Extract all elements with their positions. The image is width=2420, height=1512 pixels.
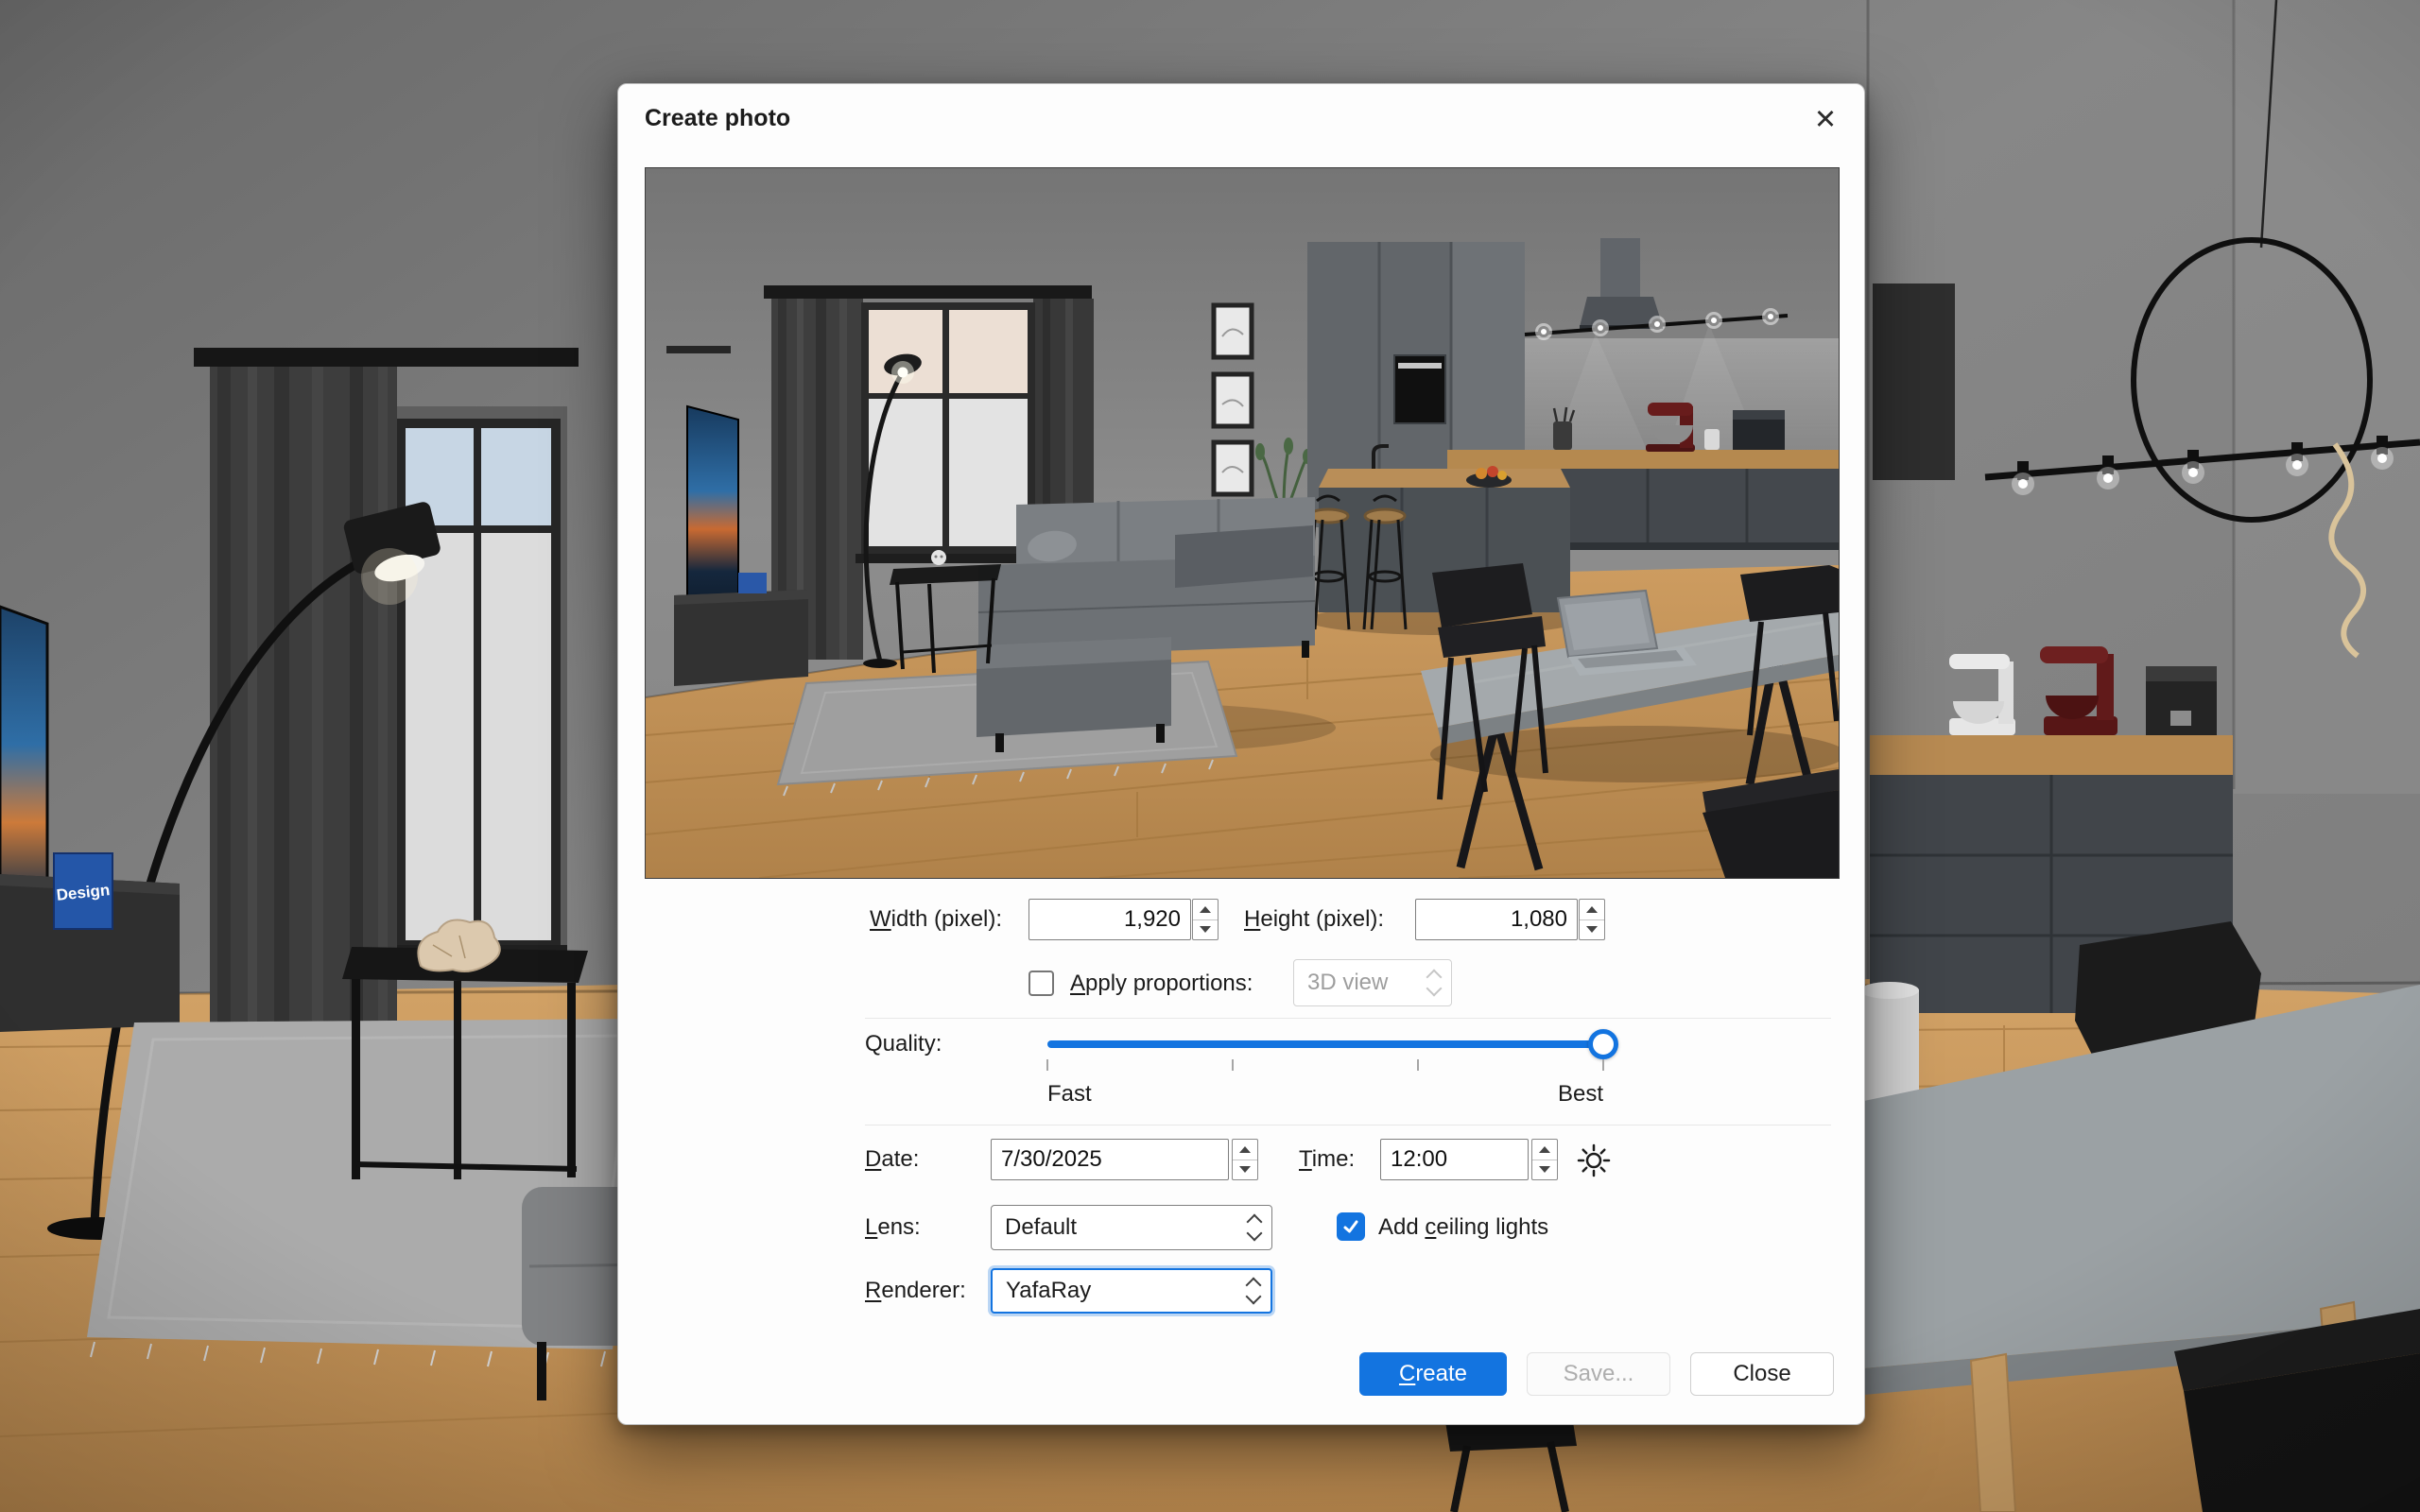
- date-spinner-down[interactable]: [1233, 1160, 1257, 1180]
- create-photo-dialog: Create photo ✕: [617, 83, 1865, 1425]
- close-icon[interactable]: ✕: [1804, 97, 1847, 141]
- lens-combo[interactable]: Default: [991, 1205, 1272, 1250]
- quality-slider-track[interactable]: [1047, 1040, 1603, 1048]
- lens-label: Lens:: [865, 1205, 921, 1250]
- time-input[interactable]: [1380, 1139, 1529, 1180]
- width-spinner: [1192, 899, 1219, 940]
- renderer-combo[interactable]: YafaRay: [991, 1268, 1272, 1314]
- apply-proportions-checkbox[interactable]: [1028, 971, 1054, 996]
- height-label: Height (pixel):: [1244, 899, 1384, 940]
- width-input[interactable]: [1028, 899, 1191, 940]
- preview-render: [646, 168, 1839, 878]
- proportions-combo-value: 3D view: [1307, 970, 1388, 996]
- renderer-combo-value: YafaRay: [1006, 1278, 1091, 1304]
- pv-tv: [687, 406, 738, 618]
- date-label: Date:: [865, 1139, 919, 1180]
- time-spinner: [1531, 1139, 1558, 1180]
- apply-proportions-label: Apply proportions:: [1070, 963, 1253, 1005]
- pv-picture-frames: [1214, 305, 1252, 494]
- pv-curtain-rod: [764, 285, 1092, 299]
- quality-max-label: Best: [1528, 1078, 1603, 1110]
- height-input[interactable]: [1415, 899, 1578, 940]
- create-button[interactable]: Create: [1359, 1352, 1507, 1396]
- width-spinner-up[interactable]: [1193, 900, 1218, 920]
- separator-top: [865, 1018, 1831, 1019]
- quality-label: Quality:: [865, 1023, 942, 1065]
- width-spinner-down[interactable]: [1193, 920, 1218, 940]
- proportions-combo: 3D view: [1293, 959, 1452, 1006]
- renderer-label: Renderer:: [865, 1268, 966, 1314]
- close-button[interactable]: Close: [1690, 1352, 1834, 1396]
- pv-wall-shelf: [666, 346, 731, 353]
- time-spinner-up[interactable]: [1532, 1140, 1557, 1160]
- proportions-combo-arrows-icon: [1428, 967, 1440, 999]
- app-window: Design: [0, 0, 2420, 1512]
- time-label: Time:: [1299, 1139, 1355, 1180]
- photo-preview: [645, 167, 1840, 879]
- date-spinner-up[interactable]: [1233, 1140, 1257, 1160]
- lens-combo-value: Default: [1005, 1214, 1077, 1241]
- ceiling-lights-label: Add ceiling lights: [1378, 1207, 1548, 1248]
- renderer-combo-arrows-icon: [1248, 1275, 1259, 1307]
- height-spinner: [1579, 899, 1605, 940]
- width-label: Width (pixel):: [870, 899, 1002, 940]
- date-input[interactable]: [991, 1139, 1229, 1180]
- pv-window: [856, 302, 1041, 563]
- ceiling-lights-checkbox[interactable]: [1337, 1212, 1365, 1241]
- dialog-title: Create photo: [645, 99, 790, 137]
- check-icon: [1341, 1217, 1360, 1236]
- time-spinner-down[interactable]: [1532, 1160, 1557, 1180]
- date-spinner: [1232, 1139, 1258, 1180]
- quality-min-label: Fast: [1047, 1078, 1092, 1110]
- sun-icon: [1577, 1143, 1611, 1177]
- height-spinner-down[interactable]: [1580, 920, 1604, 940]
- quality-slider-thumb[interactable]: [1588, 1029, 1618, 1059]
- lens-combo-arrows-icon: [1249, 1211, 1260, 1244]
- save-button[interactable]: Save...: [1527, 1352, 1670, 1396]
- height-spinner-up[interactable]: [1580, 900, 1604, 920]
